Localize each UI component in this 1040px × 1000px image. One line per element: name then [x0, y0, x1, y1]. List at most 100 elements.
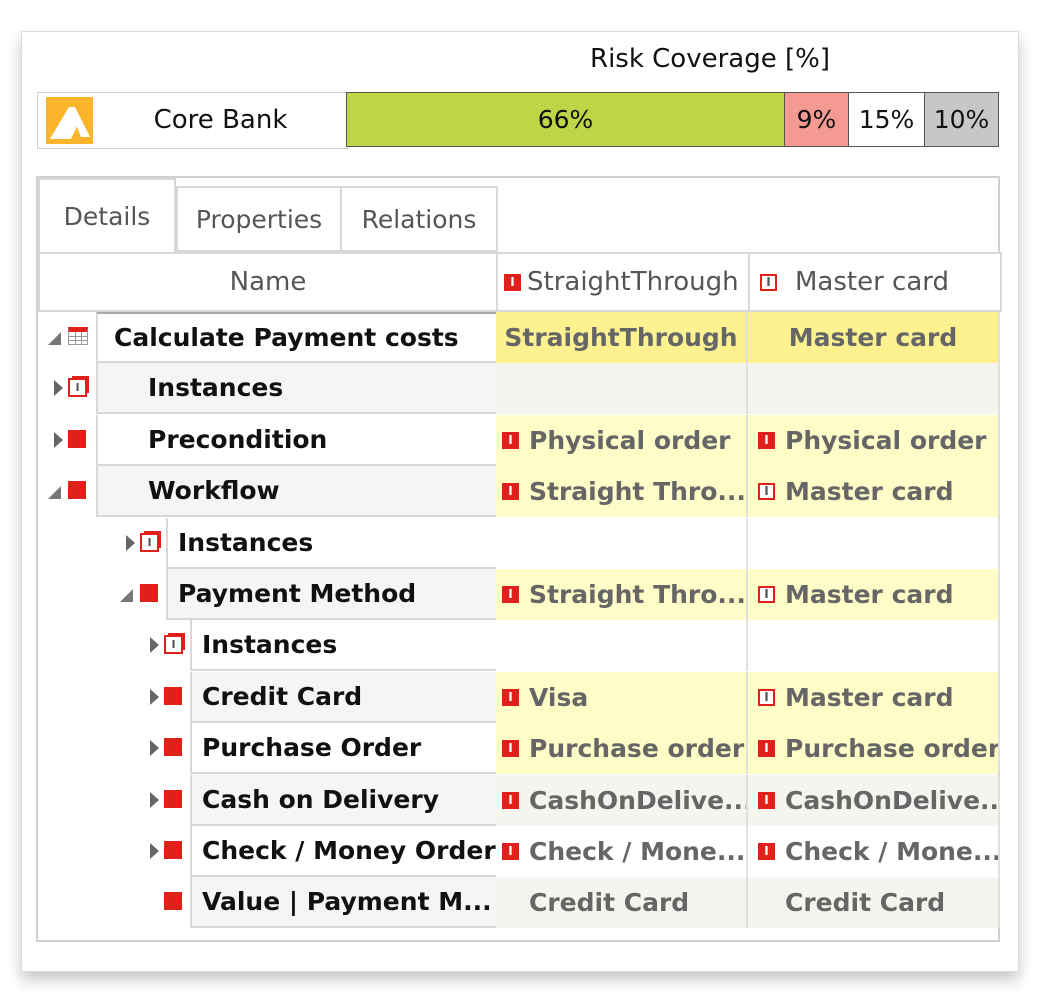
cell-value-text: Check / Mone... — [529, 837, 746, 866]
tree-row[interactable]: Check / Money Order I Check / Mone... I Chec… — [38, 826, 1000, 877]
row-name: Instances — [148, 373, 284, 403]
row-name: Credit Card — [202, 681, 363, 711]
straightthrough-cell[interactable] — [496, 363, 748, 415]
instances-icon: I — [164, 635, 183, 655]
straightthrough-cell[interactable] — [496, 517, 748, 569]
tree-row[interactable]: Calculate Payment costs StraightThrough Ma… — [38, 312, 1000, 363]
straightthrough-cell[interactable]: I Visa — [496, 671, 748, 723]
row-name-cell[interactable]: Workflow — [96, 466, 498, 518]
cell-value-text: Visa — [529, 682, 589, 712]
row-name: Instances — [202, 630, 338, 660]
row-name-cell[interactable]: Purchase Order — [190, 723, 498, 775]
expand-toggle-icon[interactable] — [150, 791, 159, 808]
master-card-cell[interactable] — [748, 363, 1000, 415]
details-panel: Details Properties Relations Name I Stra… — [36, 176, 1002, 942]
straightthrough-cell[interactable]: I Straight Thro... — [496, 569, 748, 620]
row-name: Check / Money Order — [202, 836, 496, 865]
instance-icon: I — [502, 688, 519, 706]
row-name-cell[interactable]: Value | Payment M... — [190, 877, 498, 929]
tree-row[interactable]: I Instances — [38, 620, 1000, 672]
row-name: Payment Method — [178, 579, 417, 608]
tree-row[interactable]: Workflow I Straight Thro... I Master card — [38, 466, 1000, 518]
tree-row[interactable]: Payment Method I Straight Thro... I Master c… — [38, 569, 1000, 620]
collapse-toggle-icon[interactable] — [120, 589, 133, 602]
cell-value: I Physical order — [758, 418, 998, 462]
tab-relations[interactable]: Relations — [340, 186, 498, 252]
expand-toggle-icon[interactable] — [150, 637, 159, 654]
instance-icon: I — [502, 843, 519, 860]
instance-icon: I — [502, 431, 519, 449]
row-name-cell[interactable]: Check / Money Order — [190, 826, 498, 877]
cell-value-text: Credit Card — [529, 888, 690, 918]
master-card-cell[interactable]: I Physical order — [748, 414, 1000, 466]
row-name: Workflow — [148, 476, 280, 506]
straightthrough-cell[interactable]: I Check / Mone... — [496, 826, 748, 877]
expand-toggle-icon[interactable] — [150, 843, 159, 859]
expand-toggle-icon[interactable] — [126, 534, 135, 551]
tree-row[interactable]: I Instances — [38, 517, 1000, 569]
tree-row[interactable]: Purchase Order I Purchase order I Purchase o… — [38, 723, 1000, 775]
cell-value: I Physical order — [502, 418, 746, 462]
column-header-name-label: Name — [229, 267, 307, 297]
master-card-cell[interactable]: I CashOnDelive... — [748, 774, 1000, 826]
master-card-cell[interactable] — [748, 620, 1000, 672]
straightthrough-cell[interactable]: I CashOnDelive... — [496, 774, 748, 826]
row-name-cell[interactable]: Credit Card — [190, 671, 498, 723]
master-card-cell[interactable]: I Master card — [748, 466, 1000, 518]
cell-value: Master card — [789, 316, 957, 360]
instances-icon: I — [140, 532, 159, 552]
expand-toggle-icon[interactable] — [150, 740, 159, 757]
instance-outline-icon: I — [758, 688, 775, 706]
cell-value: Credit Card — [758, 881, 998, 925]
straightthrough-cell[interactable]: I Straight Thro... — [496, 466, 748, 518]
expand-toggle-icon[interactable] — [54, 431, 63, 448]
cell-value-text: Master card — [788, 323, 958, 352]
master-card-cell[interactable] — [748, 517, 1000, 569]
coverage-segment: 15% — [849, 93, 925, 146]
risk-coverage-title: Risk Coverage [%] — [590, 44, 830, 74]
row-name-cell[interactable]: Precondition — [96, 414, 498, 466]
tree-row[interactable]: Precondition I Physical order I Physical ord… — [38, 414, 1000, 466]
tab-properties-label: Properties — [195, 204, 323, 234]
row-name-cell[interactable]: Instances — [96, 363, 498, 415]
tree-row[interactable]: Value | Payment M... Credit Card Credit Ca… — [38, 877, 1000, 929]
row-name-cell[interactable]: Calculate Payment costs — [96, 312, 498, 363]
master-card-cell[interactable]: I Purchase order — [748, 723, 1000, 775]
master-card-cell[interactable]: I Check / Mone... — [748, 826, 1000, 877]
tab-details[interactable]: Details — [38, 178, 176, 252]
straightthrough-cell[interactable] — [496, 620, 748, 672]
collapse-toggle-icon[interactable] — [48, 332, 61, 345]
cell-value-text: StraightThrough — [504, 323, 738, 352]
cell-value: I CashOnDelive... — [758, 778, 998, 822]
object-square-icon — [164, 789, 182, 808]
master-card-cell[interactable]: I Master card — [748, 569, 1000, 620]
tree-row[interactable]: I Instances — [38, 363, 1000, 415]
instances-icon: I — [68, 378, 87, 398]
column-header-straightthrough[interactable]: I StraightThrough — [496, 252, 750, 312]
master-card-cell[interactable]: Credit Card — [748, 877, 1000, 929]
column-header-master-card[interactable]: I Master card — [748, 252, 1002, 312]
cell-value-text: Master card — [785, 682, 954, 712]
row-name: Cash on Delivery — [202, 784, 439, 814]
expand-toggle-icon[interactable] — [150, 688, 159, 705]
straightthrough-cell[interactable]: I Purchase order — [496, 723, 748, 775]
straightthrough-cell[interactable]: Credit Card — [496, 877, 748, 929]
straightthrough-cell[interactable]: I Physical order — [496, 414, 748, 466]
cell-value-text: Straight Thro... — [529, 580, 746, 609]
master-card-cell[interactable]: Master card — [748, 312, 1000, 363]
row-name-cell[interactable]: Cash on Delivery — [190, 774, 498, 826]
collapse-toggle-icon[interactable] — [48, 486, 61, 500]
column-header-name[interactable]: Name — [38, 252, 498, 312]
tree-row[interactable]: Cash on Delivery I CashOnDelive... I CashOnD… — [38, 774, 1000, 826]
tab-properties[interactable]: Properties — [176, 186, 342, 252]
master-card-cell[interactable]: I Master card — [748, 671, 1000, 723]
tree-row[interactable]: Credit Card I Visa I Master card — [38, 671, 1000, 723]
row-name-cell[interactable]: Instances — [190, 620, 498, 672]
row-name-cell[interactable]: Instances — [166, 517, 498, 569]
cell-value-text: Check / Mone... — [785, 837, 1000, 866]
expand-toggle-icon[interactable] — [54, 380, 63, 397]
tab-relations-label: Relations — [361, 204, 477, 234]
straightthrough-cell[interactable]: StraightThrough — [496, 312, 748, 363]
row-name-cell[interactable]: Payment Method — [166, 569, 498, 620]
cell-value-text: Purchase order — [785, 734, 1000, 764]
